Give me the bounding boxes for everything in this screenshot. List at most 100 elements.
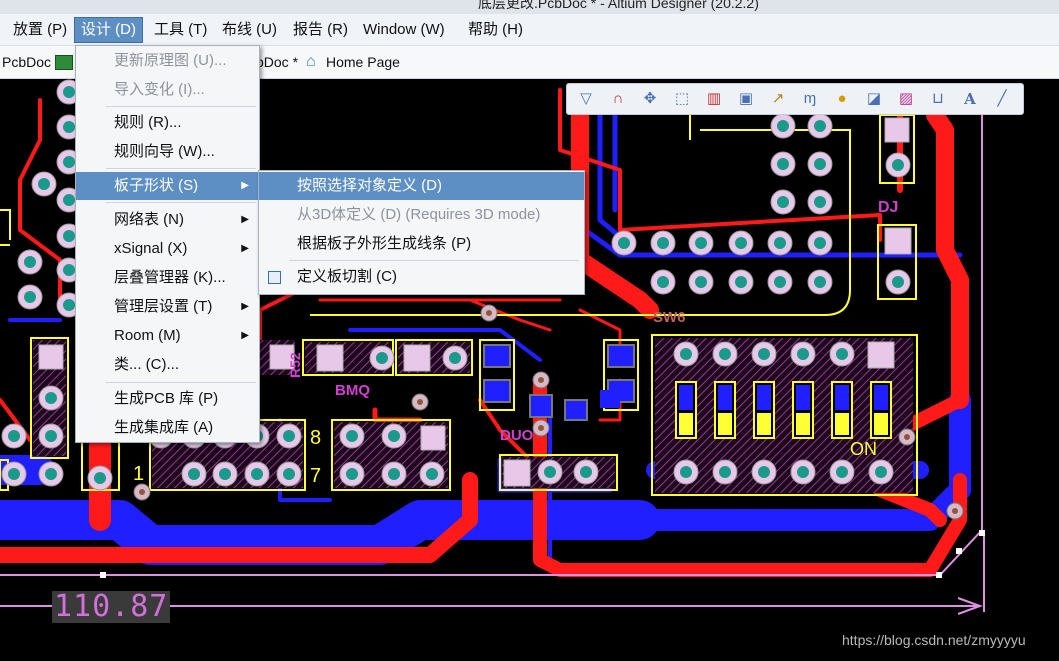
menu-item-layer-stack-manager[interactable]: 层叠管理器 (K)...: [76, 264, 259, 292]
submenu-arrow-icon: ▶: [241, 214, 249, 225]
menu-reports[interactable]: 报告 (R): [287, 18, 354, 42]
pad-hole: [8, 430, 20, 442]
pcb-document-icon: [55, 55, 73, 70]
menu-item-netlist[interactable]: 网络表 (N) ▶: [76, 206, 259, 234]
pad-hole: [544, 466, 556, 478]
keepout-icon[interactable]: ▨: [895, 88, 917, 110]
pad-hole: [814, 196, 826, 208]
label-duo: DUO: [500, 427, 534, 444]
label-sw6: SW6: [653, 309, 686, 326]
submenu-item-create-primitives[interactable]: 根据板子外形生成线条 (P): [259, 230, 584, 258]
pad-hole: [38, 178, 50, 190]
menu-item-label: 管理层设置 (T): [114, 298, 213, 315]
home-icon: ⌂: [306, 53, 316, 70]
menu-separator: [289, 260, 579, 261]
menu-tools[interactable]: 工具 (T): [148, 18, 213, 42]
menu-item-classes[interactable]: 类... (C)...: [76, 351, 259, 379]
menu-item-label: 网络表 (N): [114, 211, 184, 228]
submenu-item-label: 从3D体定义 (D) (Requires 3D mode): [297, 206, 541, 223]
menu-item-make-integrated-library[interactable]: 生成集成库 (A): [76, 414, 259, 442]
menu-separator: [106, 382, 256, 383]
dimension-icon[interactable]: ⊔: [927, 88, 949, 110]
label-dj: DJ: [878, 199, 898, 216]
menu-item-import-changes[interactable]: 导入变化 (I)...: [76, 76, 259, 104]
menu-item-board-shape[interactable]: 板子形状 (S) ▶: [76, 172, 259, 200]
pad-hole: [45, 430, 57, 442]
menu-item-room[interactable]: Room (M) ▶: [76, 322, 259, 350]
menu-item-update-schematic[interactable]: 更新原理图 (U)...: [76, 47, 259, 75]
pad-hole: [94, 472, 106, 484]
via-hole: [952, 508, 958, 514]
via-hole: [538, 425, 544, 431]
tab-bottom-layer-doc[interactable]: bDoc *: [256, 51, 298, 73]
pad-hole: [814, 276, 826, 288]
move-icon[interactable]: ✥: [639, 88, 661, 110]
label-r52: R52: [287, 352, 303, 378]
pad-hole: [758, 348, 770, 360]
via-hole: [538, 377, 544, 383]
active-bar-toolbar: ▽ ∩ ✥ ⬚ ▥ ▣ ↗ ɱ ● ◪ ▨ ⊔ A ╱: [566, 83, 1024, 115]
menu-item-xsignal[interactable]: xSignal (X) ▶: [76, 235, 259, 263]
menu-separator: [106, 168, 256, 169]
pad-hole: [283, 468, 295, 480]
menu-item-manage-layer-sets[interactable]: 管理层设置 (T) ▶: [76, 293, 259, 321]
menu-design[interactable]: 设计 (D): [74, 17, 143, 43]
pad-hole: [892, 159, 904, 171]
filter-icon[interactable]: ▽: [575, 88, 597, 110]
menu-item-label: Room (M): [114, 327, 181, 344]
window-title: 底层更改.PcbDoc * - Altium Designer (20.2.2): [478, 0, 759, 11]
pad-hole: [774, 276, 786, 288]
menu-separator: [106, 202, 256, 203]
text-icon[interactable]: A: [959, 88, 981, 110]
pad-hole: [875, 466, 887, 478]
pad-hole: [777, 196, 789, 208]
pad-hole: [719, 466, 731, 478]
component-icon[interactable]: ▣: [735, 88, 757, 110]
pad-hole: [24, 291, 36, 303]
pad-hole: [63, 264, 75, 276]
menu-place[interactable]: 放置 (P): [7, 18, 73, 42]
diff-pair-icon[interactable]: ɱ: [799, 88, 821, 110]
submenu-item-define-from-selected[interactable]: 按照选择对象定义 (D): [259, 172, 584, 200]
submenu-item-define-from-3d[interactable]: 从3D体定义 (D) (Requires 3D mode): [259, 201, 584, 229]
via-hole: [904, 434, 910, 440]
label-bmq: BMQ: [335, 382, 370, 399]
pad-hole: [346, 430, 358, 442]
design-menu: 更新原理图 (U)... 导入变化 (I)... 规则 (R)... 规则向导 …: [75, 45, 260, 443]
tab-home-page[interactable]: Home Page: [326, 51, 400, 73]
pad-hole: [388, 468, 400, 480]
menu-item-make-pcb-library[interactable]: 生成PCB 库 (P): [76, 385, 259, 413]
tab-pcbdoc[interactable]: PcbDoc: [2, 51, 51, 73]
pad-hole: [8, 468, 20, 480]
pad-hole: [680, 348, 692, 360]
menu-window[interactable]: Window (W): [357, 18, 451, 42]
submenu-item-label: 定义板切割 (C): [297, 268, 397, 285]
pad-hole: [680, 466, 692, 478]
menu-item-rules-wizard[interactable]: 规则向导 (W)...: [76, 138, 259, 166]
magnet-icon[interactable]: ∩: [607, 88, 629, 110]
menu-route[interactable]: 布线 (U): [216, 18, 283, 42]
submenu-arrow-icon: ▶: [241, 180, 249, 191]
title-bar: 底层更改.PcbDoc * - Altium Designer (20.2.2): [0, 0, 1059, 14]
pad-hole: [45, 468, 57, 480]
pad-hole: [188, 468, 200, 480]
menu-item-rules[interactable]: 规则 (R)...: [76, 109, 259, 137]
pad-hole: [63, 194, 75, 206]
submenu-item-define-board-cutout[interactable]: 定义板切割 (C): [259, 263, 584, 291]
submenu-arrow-icon: ▶: [241, 243, 249, 254]
via-icon[interactable]: ●: [831, 88, 853, 110]
select-rect-icon[interactable]: ⬚: [671, 88, 693, 110]
menu-item-label: 规则向导 (W)...: [114, 143, 215, 160]
menu-help[interactable]: 帮助 (H): [462, 18, 529, 42]
line-icon[interactable]: ╱: [991, 88, 1013, 110]
label-7: 7: [310, 465, 321, 487]
pad-hole: [283, 430, 295, 442]
pad-hole: [735, 237, 747, 249]
menu-item-label: 规则 (R)...: [114, 114, 182, 131]
pad-hole: [774, 237, 786, 249]
pad-hole: [814, 158, 826, 170]
polygon-icon[interactable]: ◪: [863, 88, 885, 110]
align-icon[interactable]: ▥: [703, 88, 725, 110]
route-icon[interactable]: ↗: [767, 88, 789, 110]
menu-item-label: 类... (C)...: [114, 356, 179, 373]
